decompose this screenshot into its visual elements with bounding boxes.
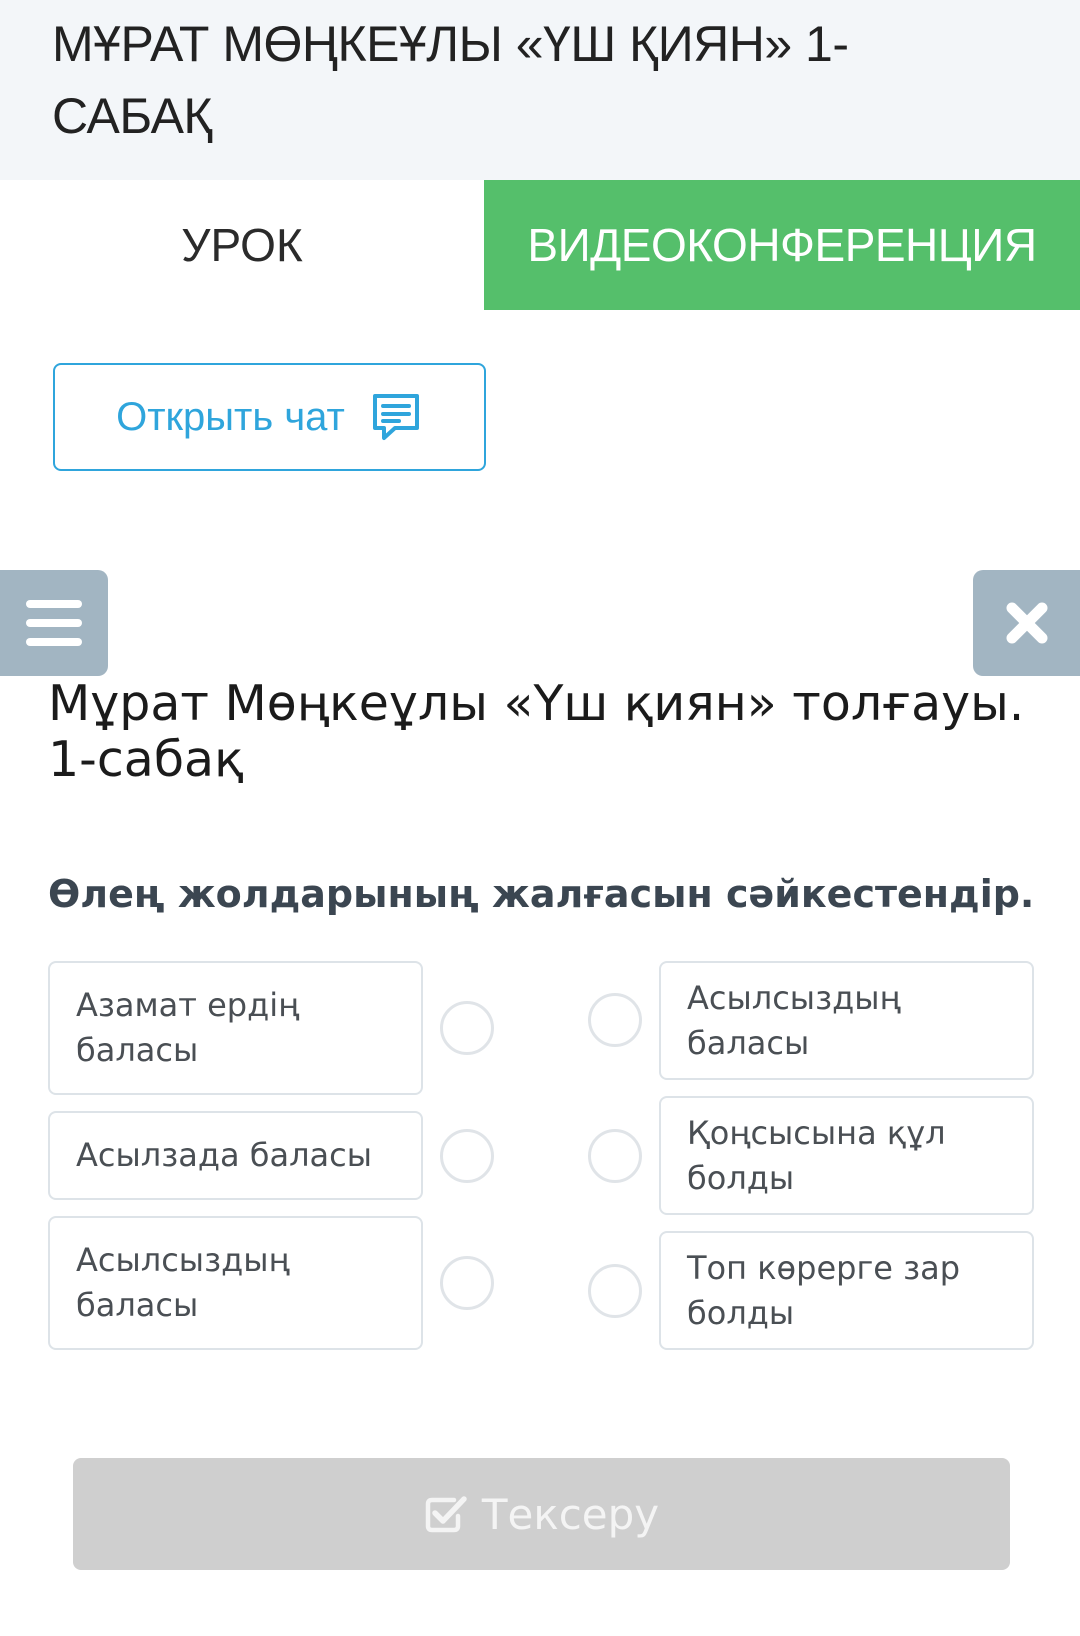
check-button[interactable]: Тексеру [73, 1458, 1010, 1570]
match-left-item[interactable]: Асылзада баласы [48, 1111, 423, 1200]
match-right-label: Қоңсысына құл болды [687, 1113, 946, 1197]
match-left-label: Асылсыздың баласы [76, 1241, 290, 1324]
lesson-title: Мұрат Мөңкеұлы «Үш қиян» толғауы. 1-саба… [48, 675, 1025, 788]
open-chat-button[interactable]: Открыть чат [53, 363, 486, 471]
match-right-label: Асылсыздың баласы [687, 978, 901, 1062]
open-chat-label: Открыть чат [116, 394, 345, 439]
match-right-item[interactable]: Топ көрерге зар болды [659, 1231, 1034, 1350]
match-left-radio[interactable] [440, 1129, 494, 1183]
match-left-item[interactable]: Азамат ердің баласы [48, 961, 423, 1095]
match-left-label: Азамат ердің баласы [76, 986, 300, 1069]
match-left-radio[interactable] [440, 1001, 494, 1055]
match-left-radio[interactable] [440, 1256, 494, 1310]
tab-lesson[interactable]: УРОК [0, 180, 484, 310]
menu-button[interactable] [0, 570, 108, 676]
match-right-item[interactable]: Қоңсысына құл болды [659, 1096, 1034, 1215]
chat-message-icon [372, 394, 419, 440]
match-right-radio[interactable] [588, 1264, 642, 1318]
page-header: МҰРАТ МӨҢКЕҰЛЫ «ҮШ ҚИЯН» 1-САБАҚ [0, 0, 1080, 180]
match-right-radio[interactable] [588, 993, 642, 1047]
hamburger-menu-icon [26, 600, 82, 646]
tab-videoconference[interactable]: ВИДЕОКОНФЕРЕНЦИЯ [484, 180, 1080, 310]
question-text: Өлең жолдарының жалғасын сәйкестендір. [48, 872, 1035, 916]
match-right-label: Топ көрерге зар болды [687, 1248, 961, 1332]
match-left-label: Асылзада баласы [76, 1136, 372, 1174]
match-right-radio[interactable] [588, 1129, 642, 1183]
close-icon [1006, 602, 1047, 644]
check-button-label: Тексеру [481, 1489, 660, 1539]
close-button[interactable] [973, 570, 1080, 676]
checkbox-check-icon [425, 1496, 467, 1533]
lesson-page: МҰРАТ МӨҢКЕҰЛЫ «ҮШ ҚИЯН» 1-САБАҚ УРОК ВИ… [0, 0, 1080, 1636]
match-left-item[interactable]: Асылсыздың баласы [48, 1216, 423, 1350]
page-title: МҰРАТ МӨҢКЕҰЛЫ «ҮШ ҚИЯН» 1-САБАҚ [52, 16, 849, 144]
match-right-item[interactable]: Асылсыздың баласы [659, 961, 1034, 1080]
